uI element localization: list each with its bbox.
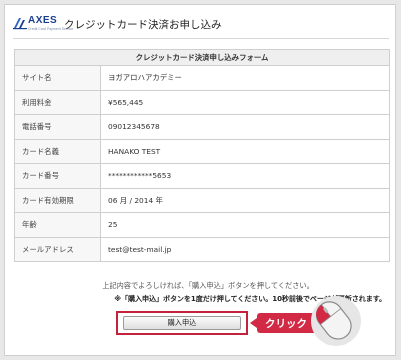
table-row: 電話番号 09012345678 [14, 114, 390, 140]
payment-panel: AXES Credit Card Payment Service クレジットカー… [4, 4, 396, 356]
page-header: AXES Credit Card Payment Service クレジットカー… [13, 14, 393, 36]
axes-logo-icon [13, 18, 27, 30]
payment-form-table: クレジットカード決済申し込みフォーム サイト名 ヨガアロハアカデミー 利用料金 … [14, 49, 390, 262]
row-label-card-holder: カード名義 [14, 138, 101, 164]
row-label-age: 年齢 [14, 212, 101, 238]
page-title: クレジットカード決済お申し込み [64, 19, 222, 31]
row-label-phone: 電話番号 [14, 114, 101, 140]
row-value-card-number: ************5653 [100, 163, 390, 189]
table-row: カード名義 HANAKO TEST [14, 138, 390, 164]
form-caption-row: クレジットカード決済申し込みフォーム [14, 49, 390, 66]
row-label-email: メールアドレス [14, 236, 101, 262]
table-row: メールアドレス test@test-mail.jp [14, 236, 390, 262]
callout-text: クリック [265, 318, 307, 330]
table-row: 年齢 25 [14, 212, 390, 238]
mouse-icon [311, 296, 361, 346]
row-value-email: test@test-mail.jp [100, 236, 390, 262]
table-row: カード番号 ************5653 [14, 163, 390, 189]
row-value-age: 25 [100, 212, 390, 238]
logo-wordmark: AXES [28, 15, 58, 26]
row-value-phone: 09012345678 [100, 114, 390, 140]
row-value-amount: ¥565,445 [100, 89, 390, 115]
confirm-instruction: 上記内容でよろしければ、「購入申込」ボタンを押してください。 [102, 281, 314, 290]
axes-logo: AXES Credit Card Payment Service [13, 14, 73, 36]
purchase-button[interactable]: 購入申込 [123, 316, 241, 330]
form-caption: クレジットカード決済申し込みフォーム [14, 49, 390, 66]
table-row: カード有効期限 06 月 / 2014 年 [14, 187, 390, 213]
table-row: サイト名 ヨガアロハアカデミー [14, 65, 390, 91]
row-label-card-expiry: カード有効期限 [14, 187, 101, 213]
header-divider [13, 38, 389, 39]
row-label-amount: 利用料金 [14, 89, 101, 115]
row-value-card-expiry: 06 月 / 2014 年 [100, 187, 390, 213]
row-label-site-name: サイト名 [14, 65, 101, 91]
callout-pointer [250, 318, 257, 328]
row-value-card-holder: HANAKO TEST [100, 138, 390, 164]
table-row: 利用料金 ¥565,445 [14, 89, 390, 115]
row-label-card-number: カード番号 [14, 163, 101, 189]
purchase-button-highlight: 購入申込 [116, 311, 248, 335]
row-value-site-name: ヨガアロハアカデミー [100, 65, 390, 91]
